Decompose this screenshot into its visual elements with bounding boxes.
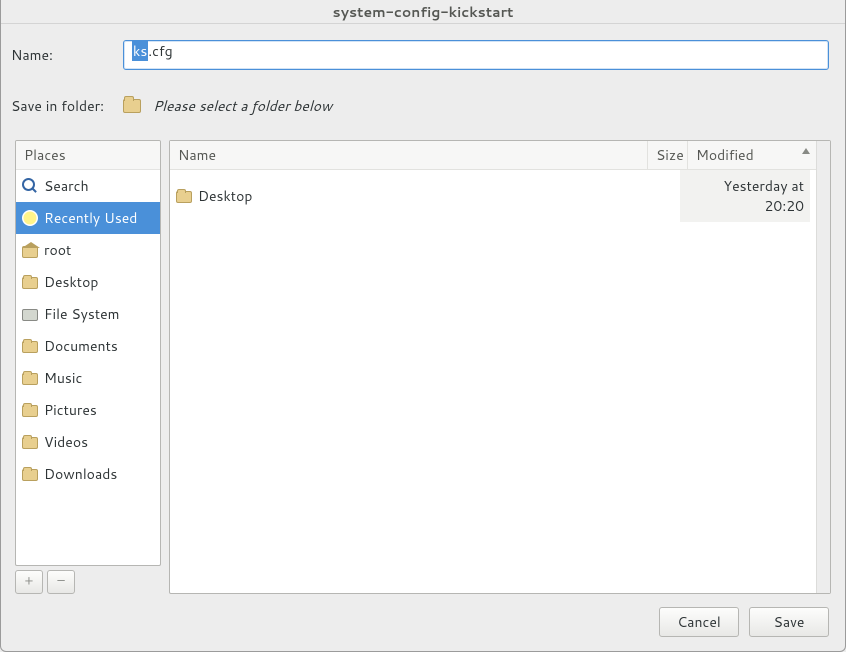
search-icon <box>22 178 38 194</box>
places-item-label: Pictures <box>44 400 97 420</box>
places-item-label: root <box>44 240 71 260</box>
file-row[interactable]: Desktop Yesterday at 20:20 <box>170 170 816 222</box>
places-header: Places <box>16 141 160 170</box>
folder-icon <box>22 405 38 417</box>
places-panel: Places Search Recently Used root Desktop <box>15 140 161 594</box>
save-in-folder-row: Save in folder: Please select a folder b… <box>1 74 845 124</box>
folder-icon <box>22 469 38 481</box>
folder-icon <box>176 191 192 203</box>
files-header-row: Name Size Modified <box>170 141 816 170</box>
places-item-file-system[interactable]: File System <box>16 298 160 330</box>
folder-icon <box>22 341 38 353</box>
save-in-folder-label: Save in folder: <box>11 96 111 116</box>
places-item-root[interactable]: root <box>16 234 160 266</box>
sort-asc-icon <box>802 148 810 154</box>
column-header-modified-label: Modified <box>696 145 754 165</box>
add-bookmark-button[interactable]: + <box>15 570 43 594</box>
places-item-search[interactable]: Search <box>16 170 160 202</box>
disk-icon <box>22 309 38 321</box>
folder-icon <box>123 99 141 113</box>
column-header-modified[interactable]: Modified <box>688 141 816 169</box>
window-title: system-config-kickstart <box>1 0 845 24</box>
home-icon <box>22 246 38 258</box>
column-header-size[interactable]: Size <box>648 141 688 169</box>
filename-selected-text: ks <box>132 41 148 61</box>
places-item-downloads[interactable]: Downloads <box>16 458 160 490</box>
filename-suffix-text: .cfg <box>148 41 172 61</box>
places-item-desktop[interactable]: Desktop <box>16 266 160 298</box>
places-buttons: + – <box>15 570 161 594</box>
filename-label: Name: <box>11 45 111 65</box>
places-item-label: File System <box>44 304 120 324</box>
filename-input[interactable]: ks.cfg <box>123 40 829 70</box>
dialog-action-bar: Cancel Save <box>659 607 829 637</box>
filename-row: Name: ks.cfg <box>1 24 845 74</box>
places-list: Places Search Recently Used root Desktop <box>15 140 161 566</box>
cancel-button[interactable]: Cancel <box>659 607 739 637</box>
places-item-label: Search <box>44 176 89 196</box>
places-item-recently-used[interactable]: Recently Used <box>16 202 160 234</box>
places-item-music[interactable]: Music <box>16 362 160 394</box>
places-item-videos[interactable]: Videos <box>16 426 160 458</box>
folder-hint: Please select a folder below <box>153 96 332 116</box>
places-item-label: Desktop <box>44 272 98 292</box>
remove-bookmark-button[interactable]: – <box>47 570 75 594</box>
files-panel: Name Size Modified Desktop Yesterd <box>169 140 831 594</box>
places-item-label: Recently Used <box>44 208 137 228</box>
file-browser: Places Search Recently Used root Desktop <box>15 140 831 594</box>
folder-icon <box>22 437 38 449</box>
places-item-label: Music <box>44 368 82 388</box>
vertical-scrollbar[interactable] <box>816 141 830 593</box>
desktop-icon <box>22 277 38 289</box>
column-header-name[interactable]: Name <box>170 141 648 169</box>
file-row-modified: Yesterday at 20:20 <box>680 170 810 222</box>
save-button[interactable]: Save <box>749 607 829 637</box>
places-item-label: Documents <box>44 336 118 356</box>
places-item-label: Videos <box>44 432 88 452</box>
places-item-documents[interactable]: Documents <box>16 330 160 362</box>
save-dialog-window: system-config-kickstart Name: ks.cfg Sav… <box>0 0 846 652</box>
folder-icon <box>22 373 38 385</box>
places-item-label: Downloads <box>44 464 117 484</box>
clock-icon <box>22 210 38 226</box>
places-item-pictures[interactable]: Pictures <box>16 394 160 426</box>
files-body[interactable]: Desktop Yesterday at 20:20 <box>170 170 816 593</box>
file-row-name: Desktop <box>198 186 252 206</box>
